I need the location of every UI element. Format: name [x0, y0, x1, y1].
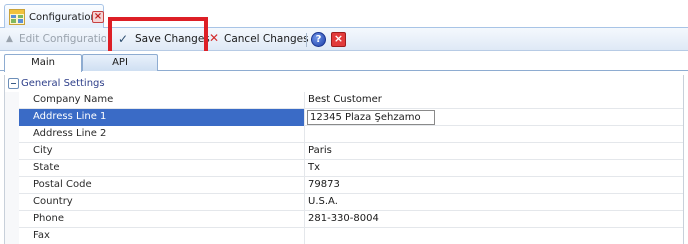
edit-configuration-label: Edit Configuration	[19, 33, 106, 45]
property-value[interactable]: 281-330-8004	[306, 211, 683, 228]
property-value[interactable]: Paris	[306, 143, 683, 160]
tab-api[interactable]: API	[82, 54, 158, 71]
property-name: Company Name	[19, 92, 305, 109]
row-gutter	[5, 194, 19, 211]
up-arrow-icon: ▲	[6, 34, 13, 44]
subtab-strip: Main API	[0, 51, 688, 72]
row-gutter	[5, 143, 19, 160]
property-value[interactable]: Best Customer	[306, 92, 683, 109]
property-row-state[interactable]: State Tx	[5, 160, 683, 177]
property-row-fax[interactable]: Fax	[5, 228, 683, 244]
property-row-address-line-1[interactable]: Address Line 1	[5, 109, 683, 126]
property-value[interactable]	[306, 126, 683, 143]
address-line-1-input[interactable]	[307, 110, 435, 125]
property-row-address-line-2[interactable]: Address Line 2	[5, 126, 683, 143]
close-tab-icon[interactable]: ×	[92, 11, 104, 23]
save-changes-button[interactable]: ✓ Save Changes	[118, 32, 210, 48]
configuration-doc-tab[interactable]: Configuration ×	[4, 4, 104, 28]
property-name: Phone	[19, 211, 305, 228]
property-name: Address Line 2	[19, 126, 305, 143]
config-grid-icon	[9, 9, 25, 28]
collapse-icon[interactable]	[8, 78, 19, 89]
help-icon[interactable]: ?	[311, 32, 326, 47]
cancel-changes-label: Cancel Changes	[224, 33, 309, 45]
toolbar: ▲ Edit Configuration ✓ Save Changes ✕ Ca…	[0, 28, 688, 51]
row-gutter	[5, 92, 19, 109]
property-value[interactable]: U.S.A.	[306, 194, 683, 211]
tab-main[interactable]: Main	[4, 54, 82, 72]
property-row-city[interactable]: City Paris	[5, 143, 683, 160]
property-name: Postal Code	[19, 177, 305, 194]
document-tab-strip: Configuration ×	[0, 0, 688, 28]
property-grid: General Settings Company Name Best Custo…	[4, 75, 684, 244]
close-icon[interactable]: ×	[331, 32, 346, 47]
property-name: Address Line 1	[19, 109, 305, 126]
row-gutter	[5, 126, 19, 143]
checkmark-icon: ✓	[118, 32, 129, 46]
row-gutter	[5, 211, 19, 228]
property-row-phone[interactable]: Phone 281-330-8004	[5, 211, 683, 228]
property-row-country[interactable]: Country U.S.A.	[5, 194, 683, 211]
property-value-cell	[306, 109, 683, 126]
doc-tab-title: Configuration	[29, 12, 97, 23]
property-row-postal-code[interactable]: Postal Code 79873	[5, 177, 683, 194]
property-name: Fax	[19, 228, 305, 244]
property-value[interactable]	[306, 228, 683, 244]
section-title: General Settings	[21, 78, 105, 89]
toolbar-separator	[306, 33, 307, 47]
row-gutter	[5, 177, 19, 194]
property-name: State	[19, 160, 305, 177]
row-gutter	[5, 160, 19, 177]
save-changes-label: Save Changes	[135, 33, 210, 45]
section-general-settings[interactable]: General Settings	[5, 75, 683, 92]
property-name: City	[19, 143, 305, 160]
property-value[interactable]: 79873	[306, 177, 683, 194]
property-value[interactable]: Tx	[306, 160, 683, 177]
row-gutter	[5, 228, 19, 244]
property-row-company-name[interactable]: Company Name Best Customer	[5, 92, 683, 109]
edit-configuration-button[interactable]: ▲ Edit Configuration	[4, 32, 106, 48]
row-gutter	[5, 109, 19, 126]
property-name: Country	[19, 194, 305, 211]
cancel-changes-button[interactable]: ✕ Cancel Changes	[209, 31, 309, 48]
red-x-icon: ✕	[209, 31, 220, 45]
